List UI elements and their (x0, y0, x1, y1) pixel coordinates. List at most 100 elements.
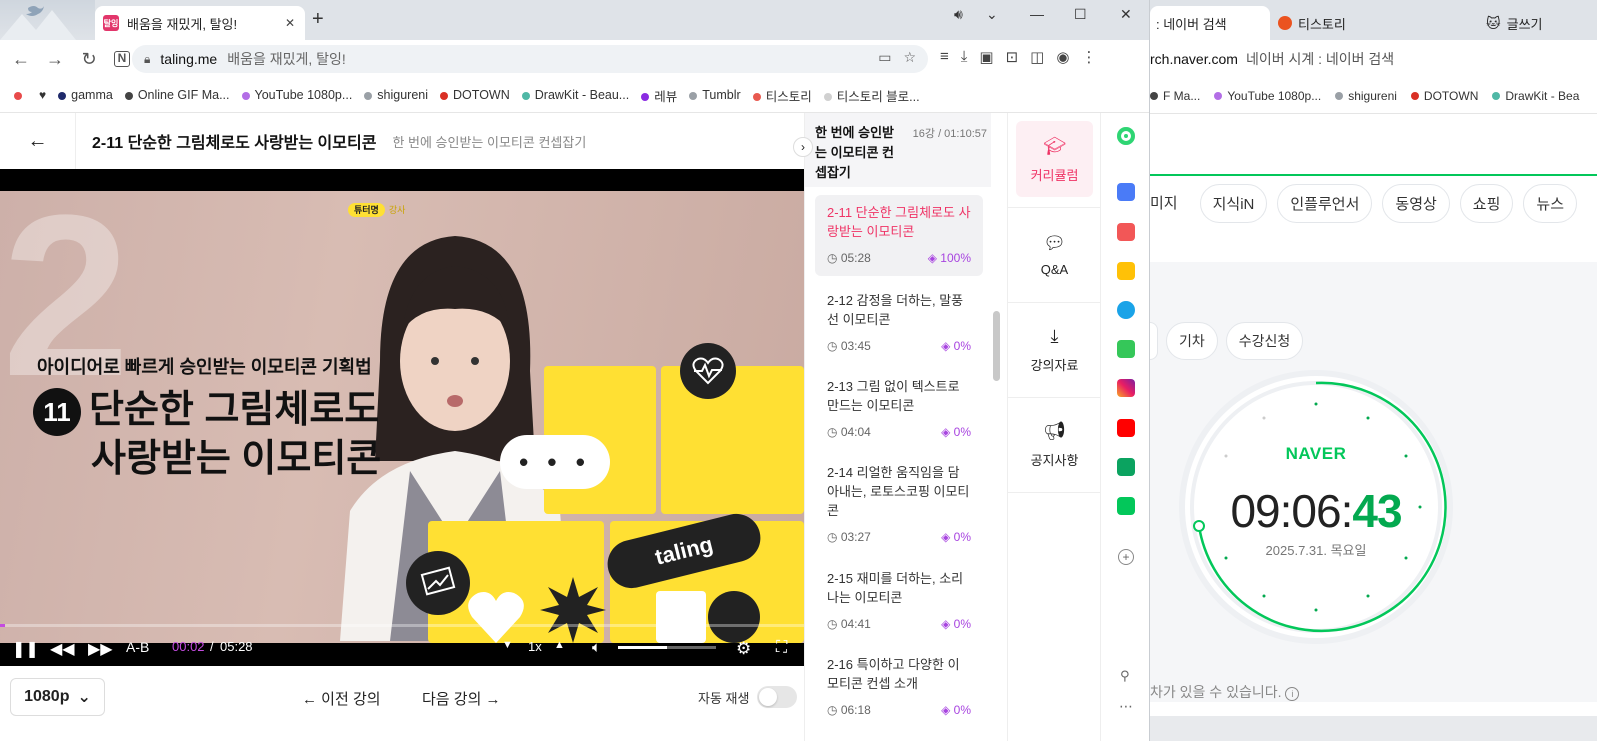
reload-icon[interactable]: ↻ (80, 49, 98, 70)
lesson-item[interactable]: 2-13 그림 없이 텍스트로 만드는 이모티콘 ◷ 04:04 ◈ 0% (815, 377, 983, 442)
screenshot-icon[interactable]: ⊡ (1006, 48, 1019, 66)
bookmark[interactable]: 티스토리 블로... (823, 86, 920, 105)
search-tab[interactable]: 동영상 (1382, 184, 1450, 223)
edge-icon[interactable] (1117, 301, 1135, 319)
chart-icon[interactable] (1117, 458, 1135, 476)
pause-icon[interactable]: ❚❚ (12, 639, 39, 659)
fullscreen-icon[interactable]: ⛶ (776, 639, 787, 657)
menu-notice[interactable]: 📢︎ 공지사항 (1008, 398, 1101, 493)
video-progress-bar[interactable] (0, 624, 804, 627)
extension-bag-icon[interactable] (1117, 183, 1135, 201)
shopping-icon[interactable] (1117, 497, 1135, 515)
bookmark[interactable]: gamma (58, 88, 113, 102)
lesson-item[interactable]: 2-15 재미를 더하는, 소리 나는 이모티콘 ◷ 04:41 ◈ 0% (815, 569, 983, 634)
bookmark[interactable]: shigureni (364, 88, 428, 102)
volume-slider[interactable] (618, 646, 716, 649)
slide-subtitle: 아이디어로 빠르게 승인받는 이모티콘 기획법 (37, 357, 372, 377)
speaker-icon[interactable]: 🔊︎ (954, 6, 963, 23)
bookmark-star-icon[interactable]: ☆ (903, 49, 916, 66)
maximize-button[interactable]: ☐ (1074, 6, 1087, 23)
search-tab[interactable]: 뉴스 (1523, 184, 1578, 223)
autoplay-toggle[interactable] (757, 686, 797, 708)
collapse-panel-button[interactable]: › (793, 137, 813, 157)
bookmark[interactable]: 레뷰 (641, 86, 677, 105)
lesson-item[interactable]: 2-14 리얼한 움직임을 담아내는, 로토스코핑 이모티콘 ◷ 03:27 ◈ … (815, 463, 983, 547)
chart-monitor-icon (406, 551, 470, 615)
curriculum-scrollbar[interactable] (993, 311, 1000, 381)
menu-icon[interactable]: ⋮ (1081, 48, 1096, 66)
chip[interactable]: 수강신청 (1225, 322, 1304, 360)
site-info-icon[interactable]: 🔒︎ (144, 52, 150, 67)
instagram-icon[interactable] (1117, 379, 1135, 397)
lesson-item[interactable]: 2-12 감정을 더하는, 말풍선 이모티콘 ◷ 03:45 ◈ 0% (815, 291, 983, 356)
lesson-item[interactable]: 2-16 특이하고 다양한 이모티콘 컨셉 소개 ◷ 06:18 ◈ 0% (815, 655, 983, 720)
download-icon[interactable]: ⤓ (961, 48, 968, 66)
star-icon[interactable] (1117, 262, 1135, 280)
bookmark[interactable]: YouTube 1080p... (241, 88, 352, 102)
chip[interactable] (1150, 322, 1158, 360)
forward-icon[interactable]: → (46, 49, 64, 70)
bg-bookmark[interactable]: F Ma... (1150, 89, 1200, 103)
tab-taling[interactable]: 탈잉 배움을 재밌게, 탈잉! ✕ (95, 6, 305, 40)
previous-lecture-button[interactable]: ← 이전 강의 (302, 688, 381, 709)
chevron-down-icon[interactable]: ⌄ (986, 6, 998, 23)
video-icon[interactable]: ▣ (979, 48, 993, 66)
quality-select[interactable]: 1080p ⌄ (10, 678, 105, 716)
bg-address-bar[interactable]: rch.naver.com 네이버 시계 : 네이버 검색 (1150, 40, 1597, 78)
bg-bookmark[interactable]: DrawKit - Bea (1492, 89, 1579, 103)
bg-bookmark[interactable]: shigureni (1335, 89, 1397, 103)
search-tab[interactable]: 지식iN (1199, 184, 1268, 223)
bg-bookmark[interactable]: DOTOWN (1410, 89, 1478, 103)
new-tab-button[interactable]: + (312, 8, 324, 31)
menu-materials[interactable]: ⤓ 강의자료 (1008, 303, 1101, 398)
title-bar: 탈잉 배움을 재밌게, 탈잉! ✕ + 🔊︎ ⌄ — ☐ ✕ (0, 0, 1149, 40)
bookmark[interactable] (14, 88, 27, 102)
menu-curriculum[interactable]: 🎓︎ 커리큘럼 (1008, 113, 1101, 208)
bg-tab-tistory[interactable]: 티스토리 (1278, 6, 1346, 40)
pocket-icon[interactable] (1117, 223, 1135, 241)
pin-icon[interactable]: ⚲ (1120, 668, 1130, 684)
ab-repeat-button[interactable]: A-B (126, 639, 149, 655)
notion-icon[interactable]: N (114, 51, 130, 67)
next-lecture-button[interactable]: 다음 강의 → (422, 688, 501, 709)
volume-icon[interactable]: 🔈︎ (592, 639, 601, 656)
reading-list-icon[interactable]: ≡ (940, 48, 949, 66)
lesson-item[interactable]: 2-11 단순한 그림체로도 사랑받는 이모티콘 ◷ 05:28 ◈ 100% (815, 195, 983, 276)
search-tab[interactable]: 미지 (1150, 184, 1190, 223)
heart-icon[interactable]: ♥ (39, 88, 46, 102)
rewind-icon[interactable]: ◀◀ (50, 639, 75, 659)
minimize-button[interactable]: — (1030, 6, 1044, 22)
search-tab[interactable]: 쇼핑 (1459, 184, 1514, 223)
more-icon[interactable]: ⋯ (1119, 698, 1133, 715)
search-tab[interactable]: 인플루언서 (1277, 184, 1373, 223)
close-tab-icon[interactable]: ✕ (285, 16, 295, 30)
bookmark[interactable]: Online GIF Ma... (124, 88, 230, 102)
bg-bookmark[interactable]: YouTube 1080p... (1214, 89, 1321, 103)
extension-green-circle-icon[interactable] (1117, 127, 1135, 145)
settings-gear-icon[interactable]: ⚙ (736, 639, 751, 659)
playback-speed[interactable]: 1x (528, 639, 542, 654)
bg-tab-naver[interactable]: : 네이버 검색 (1150, 6, 1270, 40)
speed-down-icon[interactable]: ▼ (502, 639, 513, 651)
clock-icon: ◷ (827, 617, 838, 631)
omnibox[interactable]: 🔒︎ taling.me 배움을 재밌게, 탈잉! ▭ ☆ (132, 45, 928, 73)
bookmark[interactable]: 티스토리 (752, 86, 812, 105)
bookmark[interactable]: DrawKit - Beau... (521, 88, 629, 102)
speed-up-icon[interactable]: ▲ (554, 639, 565, 651)
fast-forward-icon[interactable]: ▶▶ (88, 639, 113, 659)
youtube-icon[interactable] (1117, 419, 1135, 437)
menu-qna[interactable]: 💬︎ Q&A (1008, 208, 1101, 303)
add-icon[interactable]: + (1118, 549, 1134, 565)
profile-icon[interactable]: ◉ (1056, 48, 1069, 66)
bg-tab-write[interactable]: 🐱 글쓰기 (1486, 6, 1543, 40)
video-player[interactable]: 2 • • • taling 튜터명 강사 아이디어로 빠르게 승인받는 이모티… (0, 169, 804, 666)
close-button[interactable]: ✕ (1120, 6, 1132, 23)
back-icon[interactable]: ← (12, 49, 30, 70)
back-arrow-icon[interactable]: ← (0, 113, 76, 169)
bookmark[interactable]: DOTOWN (440, 88, 510, 102)
bookmark[interactable]: Tumblr (689, 88, 741, 102)
chip[interactable]: 기차 (1166, 322, 1218, 360)
cast-icon[interactable]: ▭ (878, 49, 891, 66)
webtoon-icon[interactable] (1117, 340, 1135, 358)
split-view-icon[interactable]: ◫ (1030, 48, 1044, 66)
